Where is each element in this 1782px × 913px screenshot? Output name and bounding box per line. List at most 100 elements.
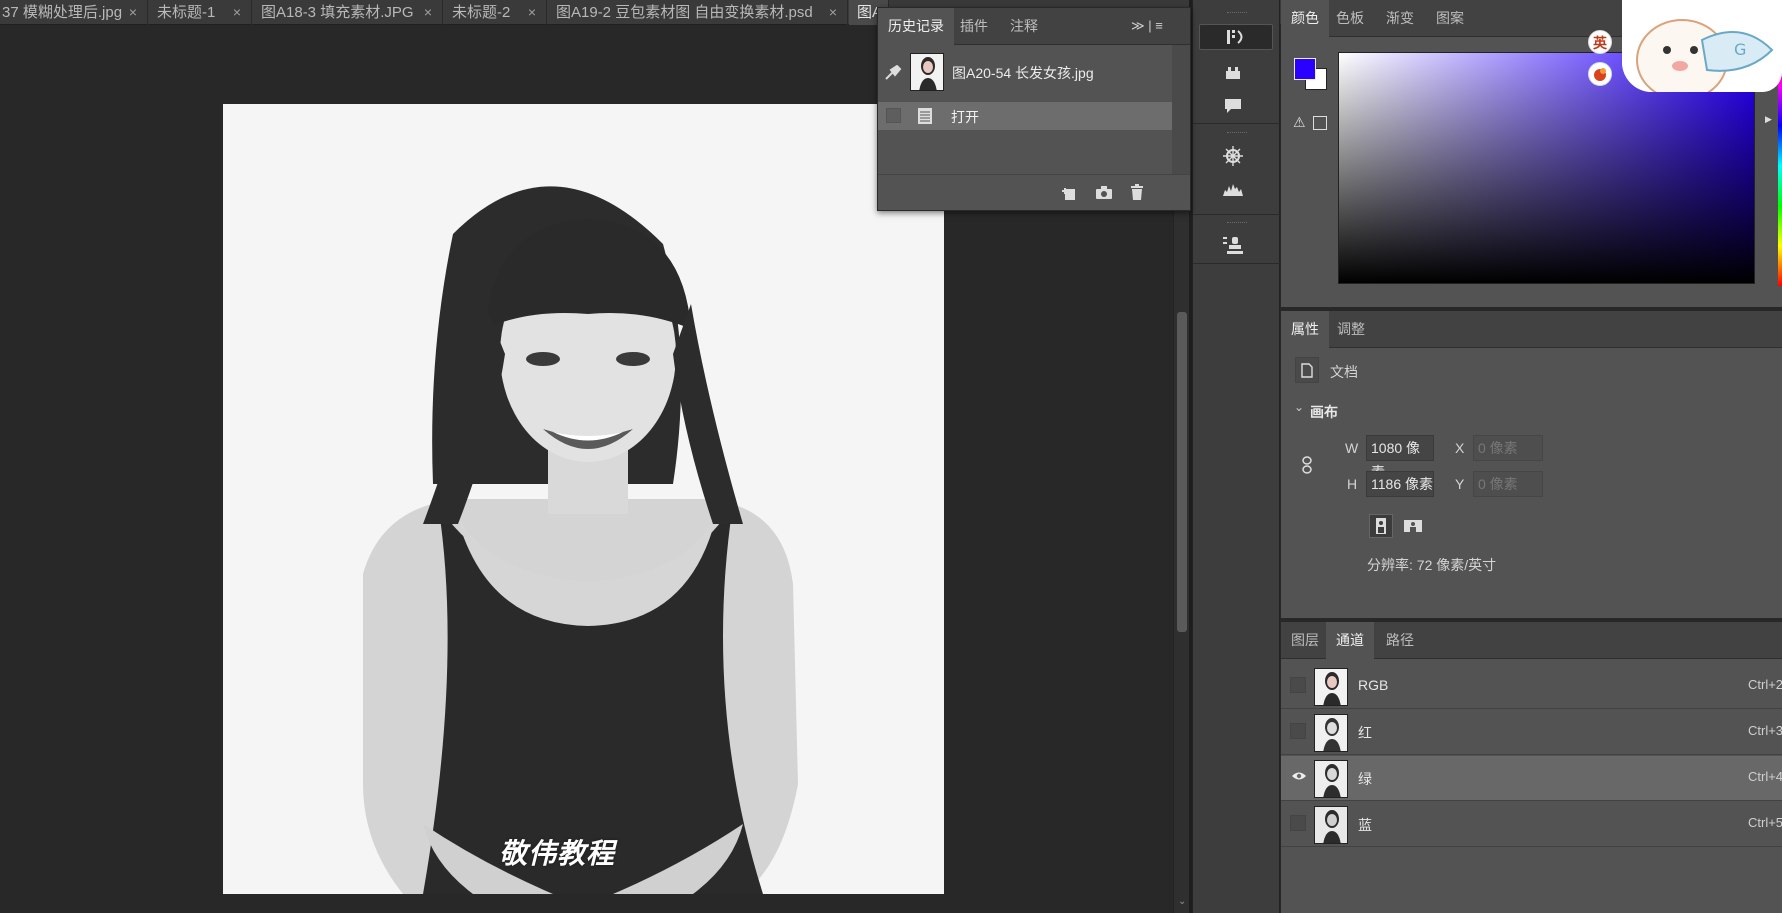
chevron-down-icon[interactable]: ⌄ (1294, 400, 1304, 414)
dock-grip[interactable] (1227, 132, 1247, 134)
eye-icon[interactable] (1290, 769, 1306, 785)
channel-shortcut: Ctrl+5 (1748, 815, 1782, 830)
resolution-text: 分辨率: 72 像素/英寸 (1367, 557, 1497, 573)
plugins-icon[interactable] (1215, 60, 1251, 86)
web-safe-color-icon[interactable] (1313, 116, 1327, 130)
visibility-toggle[interactable] (1290, 677, 1306, 693)
canvas-y-field: 0 像素 (1473, 471, 1543, 497)
tab-adjustments[interactable]: 调整 (1327, 311, 1375, 348)
tab-paths[interactable]: 路径 (1376, 622, 1424, 659)
height-label: H (1347, 476, 1358, 492)
canvas-section-title[interactable]: 画布 (1310, 402, 1338, 422)
history-scrollbar[interactable] (1172, 45, 1190, 174)
document-image[interactable]: 敬伟教程 (223, 104, 944, 894)
doc-tab-label: 图A19-2 豆包素材图 自由变换素材.psd (556, 4, 813, 21)
dock-grip[interactable] (1227, 222, 1247, 224)
history-brush-source-icon[interactable] (884, 64, 902, 86)
channel-name: 蓝 (1358, 817, 1372, 833)
document-state-icon (917, 107, 933, 130)
channel-name: 红 (1358, 725, 1372, 741)
canvas-width-field[interactable]: 1080 像素 (1366, 435, 1434, 480)
visibility-toggle[interactable] (1290, 815, 1306, 831)
doc-tab-3[interactable]: 图A18-3 填充素材.JPG × (253, 0, 443, 25)
channel-shortcut: Ctrl+2 (1748, 677, 1782, 692)
cartoon-rabbit-icon: G (1622, 0, 1782, 92)
doc-tab-label: 未标题-1 (157, 4, 216, 21)
gamut-warning-icon[interactable]: ⚠ (1293, 114, 1306, 131)
snapshot-thumbnail (910, 53, 944, 91)
portrait-image (223, 104, 944, 894)
tab-comments[interactable]: 注释 (1000, 8, 1048, 45)
right-panel-dock: 颜色 色板 渐变 图案 ⚠ ▶ 属性 调整 文档 ⌄ 画布 W 1080 像素 … (1281, 0, 1782, 913)
link-constrain-icon[interactable] (1301, 456, 1313, 479)
svg-text:G: G (1734, 40, 1746, 59)
portrait-orientation-icon[interactable] (1369, 514, 1393, 538)
width-label: W (1345, 440, 1359, 456)
hue-slider-pointer-icon[interactable]: ▶ (1765, 114, 1772, 125)
ime-language-toggle[interactable]: 英 (1588, 30, 1612, 54)
close-icon[interactable]: × (528, 0, 536, 25)
channel-shortcut: Ctrl+3 (1748, 723, 1782, 738)
tab-swatches[interactable]: 色板 (1326, 0, 1374, 37)
channel-thumbnail (1314, 806, 1348, 844)
tab-patterns[interactable]: 图案 (1426, 0, 1474, 37)
properties-doc-label: 文档 (1330, 364, 1358, 380)
scrollbar-thumb[interactable] (1177, 312, 1187, 632)
collapsed-panel-dock (1192, 0, 1281, 913)
scroll-down-icon[interactable]: ⌄ (1178, 896, 1186, 907)
tab-color[interactable]: 颜色 (1281, 0, 1329, 37)
channel-thumbnail (1314, 668, 1348, 706)
history-footer (878, 174, 1190, 210)
history-snapshot-row[interactable]: 图A20-54 长发女孩.jpg (878, 45, 1172, 100)
doc-tab-label: 图A18-3 填充素材.JPG (261, 4, 414, 21)
channel-row-green[interactable]: 绿 Ctrl+4 (1281, 756, 1782, 801)
doc-tab-4[interactable]: 未标题-2 × (444, 0, 547, 25)
close-icon[interactable]: × (424, 0, 432, 25)
close-icon[interactable]: × (233, 0, 241, 25)
y-label: Y (1455, 476, 1465, 492)
doc-tab-label: 37 模糊处理后.jpg (2, 4, 123, 21)
watermark-text: 敬伟教程 (499, 838, 616, 869)
close-icon[interactable]: × (829, 0, 837, 25)
history-brush-icon[interactable] (1199, 24, 1273, 50)
history-state-name: 打开 (951, 109, 979, 125)
comment-icon[interactable] (1215, 93, 1251, 119)
snapshot-name: 图A20-54 长发女孩.jpg (952, 65, 1094, 81)
tab-layers[interactable]: 图层 (1281, 622, 1329, 659)
navigator-icon[interactable] (1215, 143, 1251, 169)
doc-tab-5[interactable]: 图A19-2 豆包素材图 自由变换素材.psd × (548, 0, 848, 25)
channel-row-rgb[interactable]: RGB Ctrl+2 (1281, 664, 1782, 709)
landscape-orientation-icon[interactable] (1401, 514, 1425, 538)
camera-icon[interactable] (1095, 185, 1113, 205)
ime-mascot-icon[interactable] (1588, 62, 1612, 86)
canvas-x-field: 0 像素 (1473, 435, 1543, 461)
tab-plugins[interactable]: 插件 (950, 8, 998, 45)
new-document-from-state-icon[interactable] (1060, 185, 1078, 206)
dock-grip[interactable] (1227, 12, 1247, 14)
channel-row-red[interactable]: 红 Ctrl+3 (1281, 710, 1782, 755)
trash-icon[interactable] (1130, 184, 1144, 205)
doc-tab-2[interactable]: 未标题-1 × (149, 0, 252, 25)
history-brush-source-checkbox[interactable] (886, 108, 901, 123)
channel-row-blue[interactable]: 蓝 Ctrl+5 (1281, 802, 1782, 847)
document-icon (1295, 357, 1319, 383)
channels-empty-area (1281, 848, 1782, 913)
tab-history[interactable]: 历史记录 (878, 8, 954, 45)
channel-name: 绿 (1358, 771, 1372, 787)
doc-tab-1[interactable]: 37 模糊处理后.jpg × (0, 0, 148, 25)
canvas-height-field[interactable]: 1186 像素 (1366, 471, 1434, 497)
tab-properties[interactable]: 属性 (1281, 311, 1329, 348)
clone-source-icon[interactable] (1215, 232, 1251, 258)
history-state-row[interactable]: 打开 (878, 102, 1172, 130)
tab-gradients[interactable]: 渐变 (1376, 0, 1424, 37)
close-icon[interactable]: × (129, 0, 137, 25)
histogram-icon[interactable] (1215, 177, 1251, 203)
tab-channels[interactable]: 通道 (1326, 622, 1374, 659)
x-label: X (1455, 440, 1465, 456)
foreground-color-swatch[interactable] (1294, 58, 1316, 80)
history-panel: 历史记录 插件 注释 ≫ | ≡ 图A20-54 长发女孩.jpg 打开 (877, 7, 1191, 211)
visibility-toggle[interactable] (1290, 723, 1306, 739)
panel-menu-icon[interactable]: ≫ | ≡ (1131, 18, 1163, 34)
history-panel-tabs: 历史记录 插件 注释 ≫ | ≡ (878, 8, 1190, 45)
properties-panel-tabs: 属性 调整 (1281, 311, 1782, 348)
